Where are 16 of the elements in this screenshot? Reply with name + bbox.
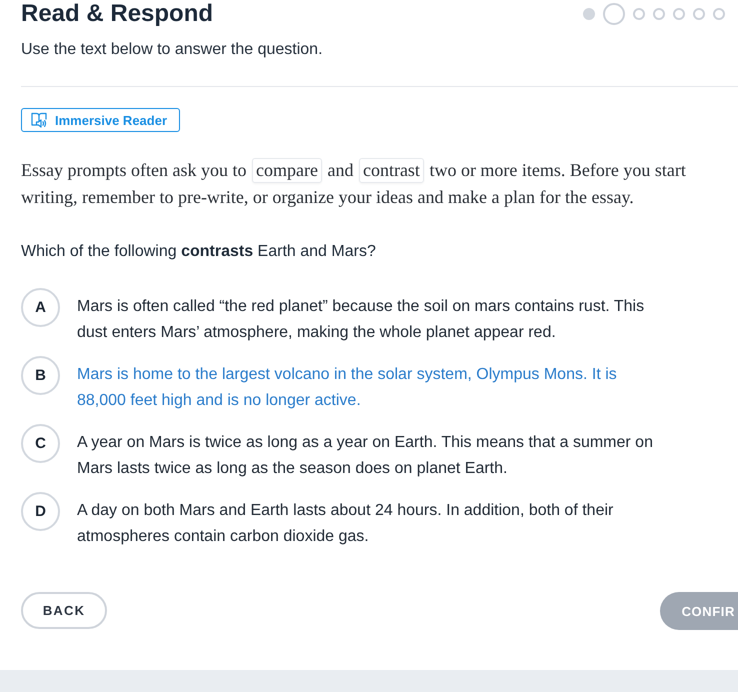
option-letter-button[interactable]: A	[21, 288, 60, 327]
option-letter-button[interactable]: B	[21, 356, 60, 395]
option-text[interactable]: Mars is home to the largest volcano in the solar system, Olympus Mons. It is 88,000 feet high and is no longer active.	[77, 356, 662, 414]
option-text[interactable]: Mars is often called “the red planet” because the soil on mars contains rust. This dust enters Mars’ atmosphere, making the whole planet appear red.	[77, 288, 662, 346]
vocabulary-term[interactable]: contrast	[358, 158, 424, 183]
vocabulary-term[interactable]: compare	[252, 158, 322, 183]
page-title: Read & Respond	[21, 0, 214, 28]
passage-text: Essay prompts often ask you to compare and contrast two or more items. Before you start writing, remember to pre-write, or organize your ideas and make a plan for the essay.	[21, 157, 687, 209]
option-letter-button[interactable]: C	[21, 424, 60, 463]
instructions-text: Use the text below to answer the question.	[21, 40, 323, 60]
back-button[interactable]: BACK	[21, 592, 107, 629]
option-text[interactable]: A year on Mars is twice as long as a year on Earth. This means that a summer on Mars lasts twice as long as the season does on planet Earth.	[77, 424, 662, 482]
option-letter-button[interactable]: D	[21, 492, 60, 531]
book-audio-icon	[31, 112, 47, 128]
question-text: Which of the following contrasts Earth and Mars?	[21, 243, 376, 260]
option-text[interactable]: A day on both Mars and Earth lasts about 24 hours. In addition, both of their atmospheres contain carbon dioxide gas.	[77, 492, 662, 550]
